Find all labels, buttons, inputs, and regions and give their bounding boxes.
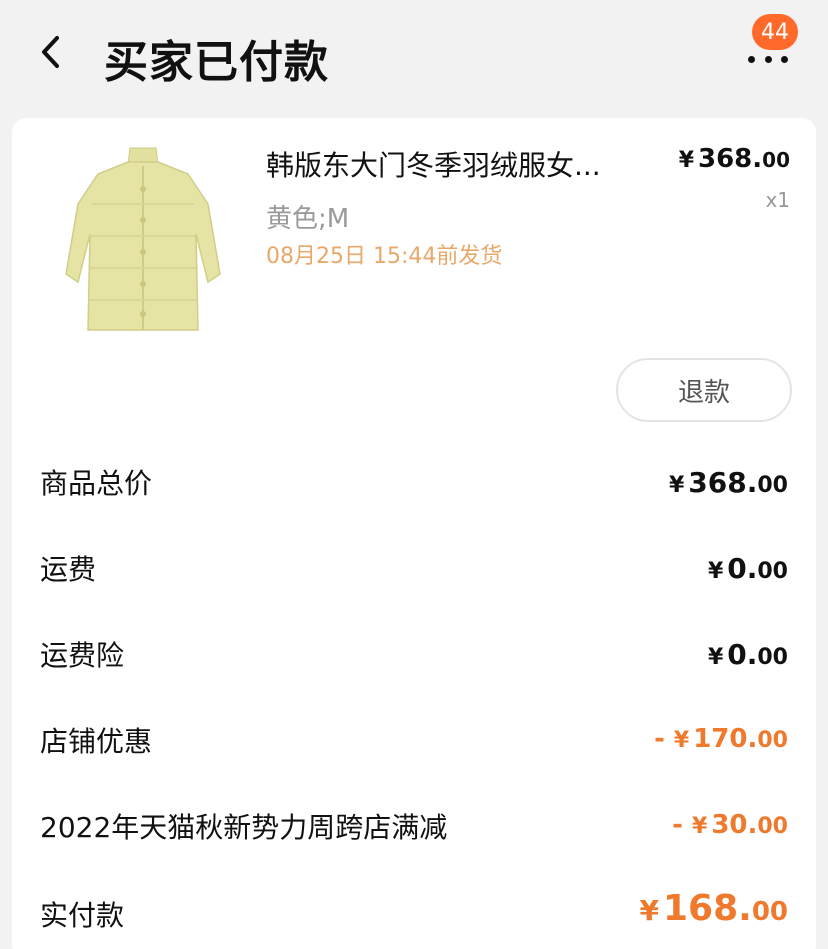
amount-integer: 0. [727, 638, 758, 671]
summary-label: 商品总价 [40, 467, 153, 500]
product-quantity: x1 [765, 188, 790, 212]
summary-row-subtotal: 商品总价 ¥368.00 [12, 452, 816, 512]
product-title[interactable]: 韩版东大门冬季羽绒服女... [266, 144, 656, 184]
order-card: 韩版东大门冬季羽绒服女... ¥368.00 x1 黄色;M 08月25日 15… [12, 118, 816, 949]
amount-cents: 00 [757, 559, 788, 584]
amount-cents: 00 [757, 728, 788, 753]
summary-row-store-discount: 店铺优惠 - ¥170.00 [12, 710, 816, 770]
summary-label: 店铺优惠 [40, 725, 153, 758]
price-integer: 368. [698, 144, 763, 174]
more-dots-icon [748, 55, 755, 63]
amount-integer: 368. [688, 466, 758, 499]
amount-cents: 00 [757, 814, 788, 839]
amount-cents: 00 [757, 645, 788, 670]
amount-cents: 00 [757, 473, 788, 498]
summary-amount: - ¥170.00 [654, 724, 788, 754]
summary-label: 运费险 [40, 639, 125, 672]
summary-amount: ¥0.00 [708, 638, 788, 671]
currency-symbol: ¥ [678, 148, 694, 173]
amount-integer: 170. [693, 724, 758, 754]
notification-badge[interactable]: 44 [752, 14, 798, 50]
product-spec: 黄色;M [266, 204, 350, 234]
summary-label: 实付款 [40, 899, 125, 932]
summary-label: 运费 [40, 553, 97, 586]
amount-cents: 00 [751, 897, 788, 927]
currency-symbol: ¥ [673, 728, 690, 753]
ship-deadline: 08月25日 15:44前发货 [266, 244, 503, 269]
currency-symbol: ¥ [707, 559, 724, 584]
currency-symbol: ¥ [639, 894, 659, 927]
summary-row-cross-store-discount: 2022年天猫秋新势力周跨店满减 - ¥30.00 [12, 796, 816, 856]
amount-integer: 30. [711, 810, 758, 840]
more-dot [764, 55, 772, 63]
summary-row-total-paid: 实付款 ¥168.00 [12, 884, 816, 944]
amount-integer: 0. [727, 552, 758, 585]
summary-amount: ¥0.00 [708, 552, 788, 585]
chevron-left-icon [39, 35, 61, 73]
currency-symbol: ¥ [668, 473, 685, 498]
summary-row-shipping-insurance: 运费险 ¥0.00 [12, 624, 816, 684]
summary-label: 2022年天猫秋新势力周跨店满减 [40, 811, 448, 844]
summary-amount: - ¥30.00 [672, 810, 788, 840]
amount-integer: 168. [662, 888, 752, 929]
product-image[interactable] [48, 144, 238, 344]
back-button[interactable] [30, 32, 70, 76]
top-bar: 买家已付款 44 [0, 0, 828, 112]
currency-symbol: ¥ [692, 814, 708, 839]
page-title: 买家已付款 [104, 37, 329, 88]
summary-amount: ¥368.00 [669, 466, 788, 499]
currency-symbol: ¥ [707, 645, 724, 670]
amount-sign: - [654, 724, 674, 754]
amount-sign: - [672, 810, 692, 840]
product-price: ¥368.00 [679, 144, 790, 174]
more-dot [781, 55, 788, 63]
price-cents: 00 [762, 148, 790, 172]
summary-row-shipping: 运费 ¥0.00 [12, 538, 816, 598]
refund-button[interactable]: 退款 [616, 358, 792, 422]
total-amount: ¥168.00 [640, 888, 789, 929]
